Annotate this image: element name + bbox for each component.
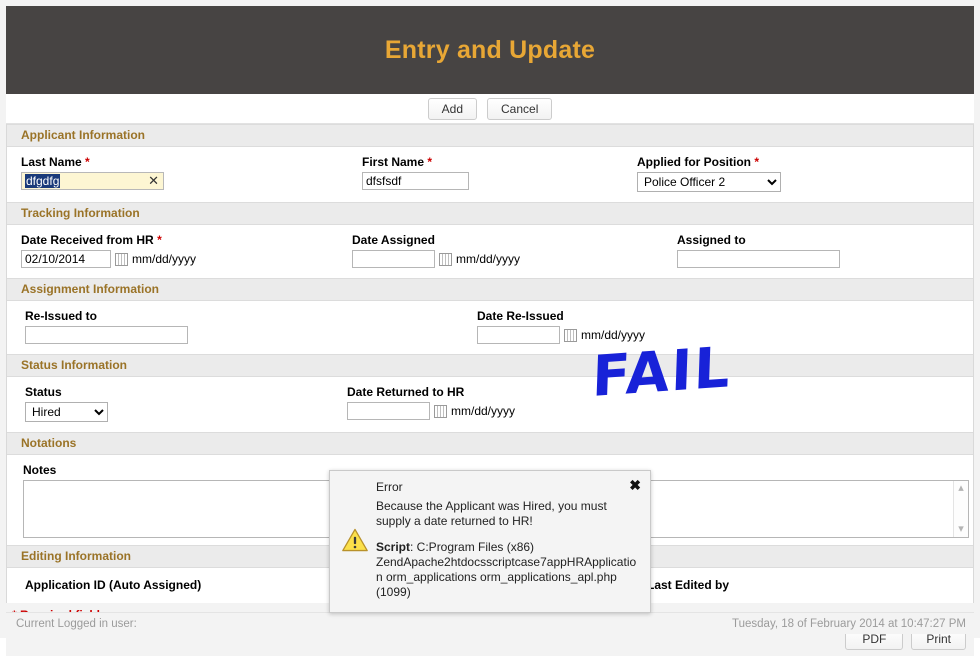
field-date-received: Date Received from HR * mm/dd/yyyy bbox=[7, 233, 352, 268]
clear-icon[interactable]: ✕ bbox=[148, 173, 159, 189]
date-received-format-hint: mm/dd/yyyy bbox=[132, 252, 197, 266]
applied-position-select[interactable]: Police Officer 2 bbox=[637, 172, 781, 192]
required-asterisk: * bbox=[85, 155, 90, 169]
last-name-input[interactable] bbox=[21, 172, 164, 190]
date-received-group: mm/dd/yyyy bbox=[21, 250, 352, 268]
row-applicant: Last Name * dfgdfg ✕ First Name * Appl bbox=[7, 147, 973, 202]
current-user-text: Current Logged in user: bbox=[16, 617, 137, 630]
section-header-tracking: Tracking Information bbox=[7, 202, 973, 225]
chevron-down-icon[interactable]: ▾ bbox=[958, 524, 964, 535]
row-status: Status Hired Date Returned to HR mm/dd/y… bbox=[7, 377, 973, 432]
field-applied-position: Applied for Position * Police Officer 2 bbox=[637, 155, 973, 192]
cancel-button[interactable]: Cancel bbox=[487, 97, 553, 120]
status-footer: Current Logged in user: Tuesday, 18 of F… bbox=[6, 612, 974, 634]
reissued-to-input[interactable] bbox=[25, 326, 188, 344]
application-window: Entry and Update Add Cancel Applicant In… bbox=[0, 0, 980, 656]
date-reissued-label: Date Re-Issued bbox=[477, 309, 564, 323]
field-date-assigned: Date Assigned mm/dd/yyyy bbox=[352, 233, 677, 268]
date-assigned-group: mm/dd/yyyy bbox=[352, 250, 677, 268]
status-label: Status bbox=[25, 385, 62, 399]
date-assigned-label: Date Assigned bbox=[352, 233, 435, 247]
warning-icon bbox=[342, 528, 368, 552]
chevron-up-icon[interactable]: ▴ bbox=[958, 483, 964, 494]
calendar-icon[interactable] bbox=[115, 252, 128, 266]
field-reissued-to: Re-Issued to bbox=[7, 309, 477, 344]
required-asterisk: * bbox=[754, 155, 760, 169]
row-assignment: Re-Issued to Date Re-Issued mm/dd/yyyy bbox=[7, 301, 973, 354]
date-reissued-input[interactable] bbox=[477, 326, 560, 344]
date-returned-label: Date Returned to HR bbox=[347, 385, 465, 399]
last-name-label: Last Name * bbox=[21, 155, 90, 169]
error-script-label: Script bbox=[376, 540, 411, 554]
page-title: Entry and Update bbox=[384, 35, 596, 64]
date-assigned-format-hint: mm/dd/yyyy bbox=[456, 252, 521, 266]
first-name-input[interactable] bbox=[362, 172, 469, 190]
section-header-assignment: Assignment Information bbox=[7, 278, 973, 301]
date-returned-input[interactable] bbox=[347, 402, 430, 420]
required-asterisk: * bbox=[157, 233, 162, 247]
assigned-to-label: Assigned to bbox=[677, 233, 746, 247]
page-banner: Entry and Update bbox=[6, 6, 974, 94]
date-received-label: Date Received from HR * bbox=[21, 233, 162, 247]
calendar-icon[interactable] bbox=[439, 252, 452, 266]
field-status: Status Hired bbox=[7, 385, 347, 422]
close-icon[interactable]: ✖ bbox=[629, 478, 641, 492]
section-header-applicant: Applicant Information bbox=[7, 124, 973, 147]
add-button[interactable]: Add bbox=[427, 97, 477, 120]
date-reissued-group: mm/dd/yyyy bbox=[477, 326, 973, 344]
form-toolbar: Add Cancel bbox=[6, 94, 974, 124]
date-assigned-input[interactable] bbox=[352, 250, 435, 268]
last-edited-by-label: Last Edited by bbox=[647, 578, 730, 592]
field-assigned-to: Assigned to bbox=[677, 233, 973, 268]
date-returned-format-hint: mm/dd/yyyy bbox=[451, 404, 516, 418]
error-title: Error bbox=[376, 480, 403, 494]
field-date-returned: Date Returned to HR mm/dd/yyyy bbox=[347, 385, 973, 422]
reissued-to-label: Re-Issued to bbox=[25, 309, 98, 323]
first-name-label: First Name * bbox=[362, 155, 433, 169]
row-tracking: Date Received from HR * mm/dd/yyyy Date … bbox=[7, 225, 973, 278]
last-name-input-wrap: dfgdfg ✕ bbox=[21, 172, 164, 190]
status-select[interactable]: Hired bbox=[25, 402, 108, 422]
error-script-info: Script: C:Program Files (x86) ZendApache… bbox=[376, 540, 640, 600]
error-dialog: Error Because the Applicant was Hired, y… bbox=[329, 470, 651, 613]
section-header-status: Status Information bbox=[7, 354, 973, 377]
section-header-notations: Notations bbox=[7, 432, 973, 455]
date-received-input[interactable] bbox=[21, 250, 111, 268]
field-first-name: First Name * bbox=[362, 155, 637, 192]
calendar-icon[interactable] bbox=[564, 328, 577, 342]
error-script-path: : C:Program Files (x86) ZendApache2htdoc… bbox=[376, 540, 637, 599]
applied-position-label: Applied for Position * bbox=[637, 155, 760, 169]
footer-timestamp: Tuesday, 18 of February 2014 at 10:47:27… bbox=[732, 617, 966, 630]
field-date-reissued: Date Re-Issued mm/dd/yyyy bbox=[477, 309, 973, 344]
error-body: Error Because the Applicant was Hired, y… bbox=[376, 480, 640, 600]
date-reissued-format-hint: mm/dd/yyyy bbox=[581, 328, 646, 342]
error-message: Because the Applicant was Hired, you mus… bbox=[376, 499, 607, 528]
date-returned-group: mm/dd/yyyy bbox=[347, 402, 973, 420]
notes-scrollbar[interactable]: ▴ ▾ bbox=[953, 481, 968, 537]
assigned-to-input[interactable] bbox=[677, 250, 840, 268]
field-last-name: Last Name * dfgdfg ✕ bbox=[7, 155, 362, 192]
calendar-icon[interactable] bbox=[434, 404, 447, 418]
required-asterisk: * bbox=[427, 155, 433, 169]
